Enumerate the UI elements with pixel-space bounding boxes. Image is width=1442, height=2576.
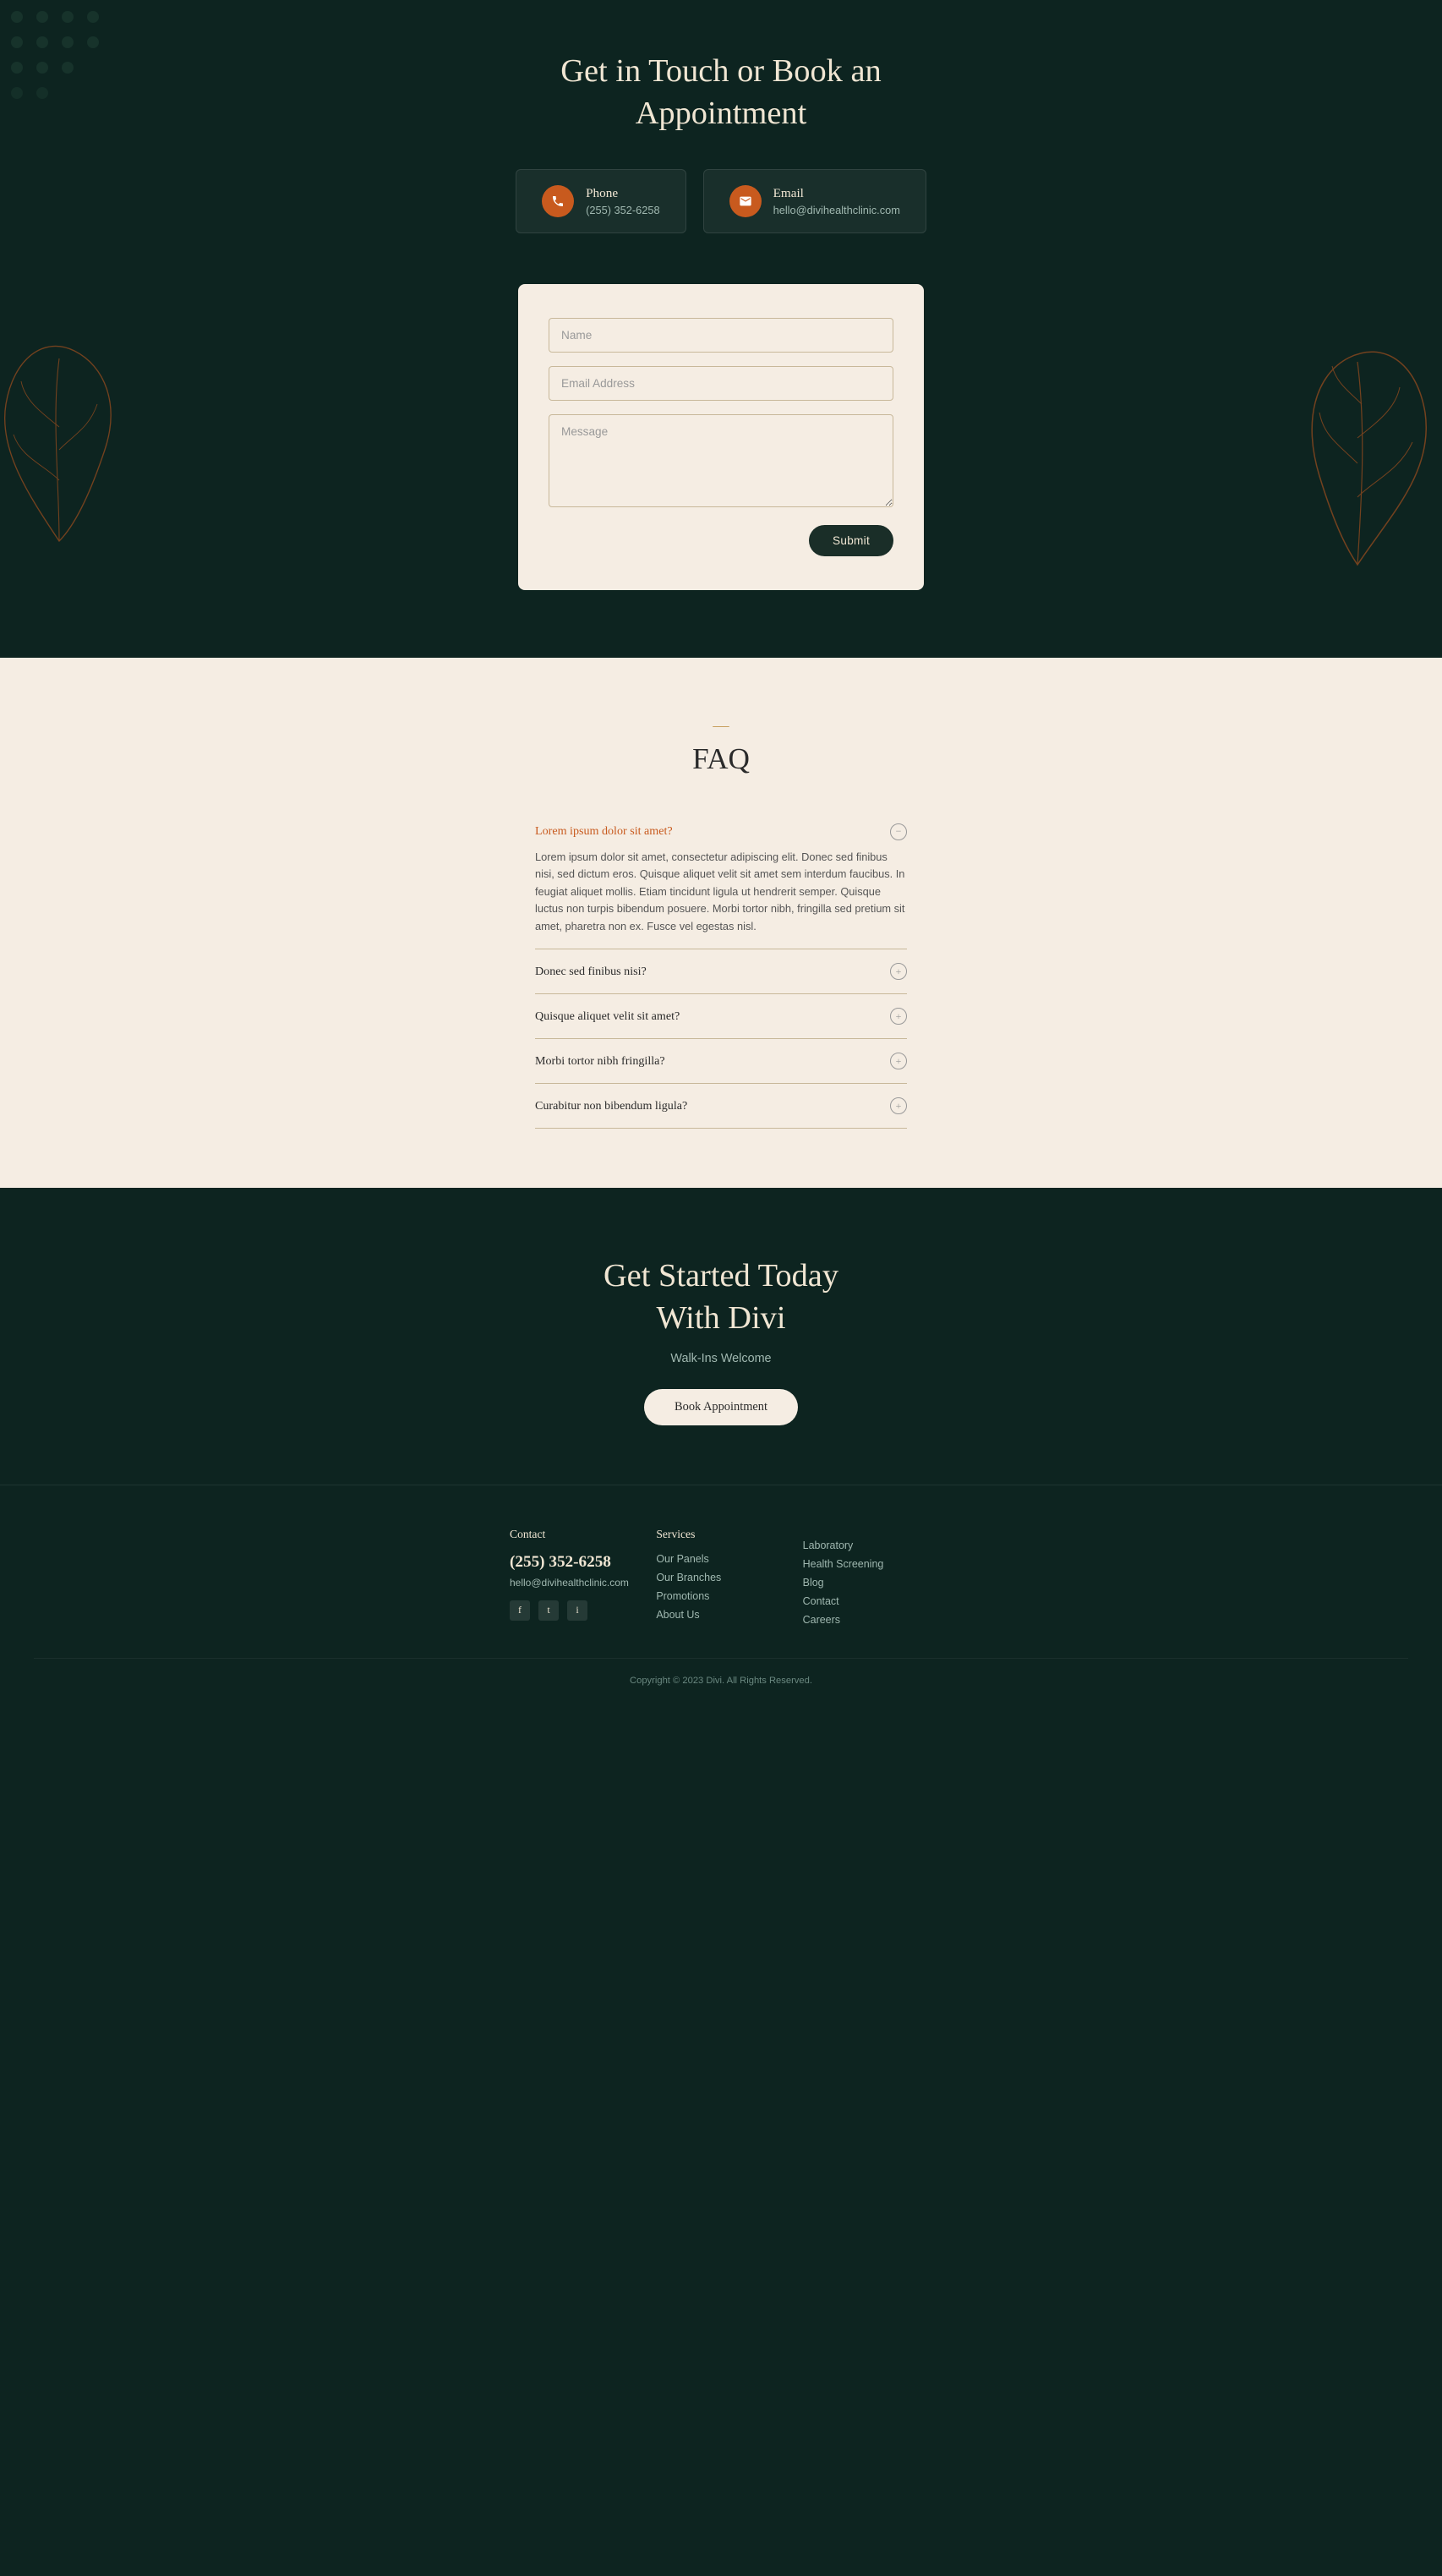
- footer-link-careers[interactable]: Careers: [803, 1614, 932, 1626]
- footer-link-about-us[interactable]: About Us: [656, 1609, 785, 1621]
- twitter-icon[interactable]: t: [538, 1600, 559, 1621]
- leaf-left: [0, 328, 135, 556]
- faq-item-2-header[interactable]: Donec sed finibus nisi? +: [535, 963, 907, 980]
- faq-icon-3: +: [890, 1008, 907, 1025]
- book-appointment-button[interactable]: Book Appointment: [644, 1389, 798, 1425]
- footer: Contact (255) 352-6258 hello@divihealthc…: [0, 1485, 1442, 1711]
- faq-item-4: Morbi tortor nibh fringilla? +: [535, 1039, 907, 1084]
- name-field-container: [549, 318, 893, 353]
- facebook-icon[interactable]: f: [510, 1600, 530, 1621]
- footer-more-col: Laboratory Health Screening Blog Contact…: [803, 1528, 932, 1633]
- social-icons: f t i: [510, 1600, 639, 1621]
- faq-item-1: Lorem ipsum dolor sit amet? − Lorem ipsu…: [535, 810, 907, 949]
- footer-link-promotions[interactable]: Promotions: [656, 1590, 785, 1602]
- faq-title: FAQ: [17, 742, 1425, 776]
- hero-contact-section: Get in Touch or Book an Appointment Phon…: [0, 0, 1442, 658]
- footer-link-our-panels[interactable]: Our Panels: [656, 1553, 785, 1565]
- footer-link-laboratory[interactable]: Laboratory: [803, 1540, 932, 1551]
- faq-question-2: Donec sed finibus nisi?: [535, 965, 647, 979]
- faq-item-3: Quisque aliquet velit sit amet? +: [535, 994, 907, 1039]
- faq-question-3: Quisque aliquet velit sit amet?: [535, 1009, 680, 1024]
- phone-icon: [542, 185, 574, 217]
- email-input[interactable]: [549, 366, 893, 401]
- faq-question-1: Lorem ipsum dolor sit amet?: [535, 824, 673, 839]
- footer-email: hello@divihealthclinic.com: [510, 1577, 639, 1589]
- footer-link-blog[interactable]: Blog: [803, 1577, 932, 1589]
- footer-link-our-branches[interactable]: Our Branches: [656, 1572, 785, 1583]
- leaf-right: [1290, 336, 1442, 590]
- footer-link-health-screening[interactable]: Health Screening: [803, 1558, 932, 1570]
- faq-item-5: Curabitur non bibendum ligula? +: [535, 1084, 907, 1129]
- cta-subtitle: Walk-Ins Welcome: [17, 1352, 1425, 1365]
- contact-cards: Phone (255) 352-6258 Email hello@divihea…: [17, 169, 1425, 233]
- name-input[interactable]: [549, 318, 893, 353]
- email-card-text: Email hello@divihealthclinic.com: [773, 186, 900, 216]
- faq-icon-5: +: [890, 1097, 907, 1114]
- cta-section: Get Started Today With Divi Walk-Ins Wel…: [0, 1188, 1442, 1485]
- footer-services-label: Services: [656, 1528, 785, 1541]
- email-value: hello@divihealthclinic.com: [773, 204, 900, 216]
- footer-link-contact[interactable]: Contact: [803, 1595, 932, 1607]
- footer-services-col: Services Our Panels Our Branches Promoti…: [656, 1528, 785, 1633]
- phone-card-text: Phone (255) 352-6258: [586, 186, 660, 216]
- phone-value: (255) 352-6258: [586, 204, 660, 216]
- footer-phone: (255) 352-6258: [510, 1553, 639, 1572]
- email-field-container: [549, 366, 893, 401]
- phone-card: Phone (255) 352-6258: [516, 169, 686, 233]
- faq-question-4: Morbi tortor nibh fringilla?: [535, 1054, 665, 1069]
- faq-item-4-header[interactable]: Morbi tortor nibh fringilla? +: [535, 1053, 907, 1069]
- faq-item-1-header[interactable]: Lorem ipsum dolor sit amet? −: [535, 823, 907, 840]
- faq-answer-1: Lorem ipsum dolor sit amet, consectetur …: [535, 849, 907, 935]
- faq-item-3-header[interactable]: Quisque aliquet velit sit amet? +: [535, 1008, 907, 1025]
- hero-title: Get in Touch or Book an Appointment: [552, 51, 890, 135]
- faq-icon-2: +: [890, 963, 907, 980]
- submit-button[interactable]: Submit: [809, 525, 893, 556]
- footer-contact-label: Contact: [510, 1528, 639, 1541]
- message-field-container: [549, 414, 893, 511]
- faq-question-5: Curabitur non bibendum ligula?: [535, 1099, 687, 1113]
- email-card: Email hello@divihealthclinic.com: [703, 169, 926, 233]
- footer-contact-col: Contact (255) 352-6258 hello@divihealthc…: [510, 1528, 639, 1633]
- contact-form: Submit: [518, 284, 924, 590]
- footer-copyright: Copyright © 2023 Divi. All Rights Reserv…: [34, 1658, 1408, 1686]
- faq-section: — FAQ Lorem ipsum dolor sit amet? − Lore…: [0, 658, 1442, 1188]
- faq-icon-4: +: [890, 1053, 907, 1069]
- faq-item-5-header[interactable]: Curabitur non bibendum ligula? +: [535, 1097, 907, 1114]
- faq-label-line: —: [17, 717, 1425, 736]
- faq-icon-1: −: [890, 823, 907, 840]
- email-label: Email: [773, 186, 900, 201]
- message-input[interactable]: [549, 414, 893, 507]
- dots-decoration: [0, 0, 127, 127]
- email-icon: [729, 185, 762, 217]
- phone-label: Phone: [586, 186, 660, 201]
- faq-item-2: Donec sed finibus nisi? +: [535, 949, 907, 994]
- footer-grid: Contact (255) 352-6258 hello@divihealthc…: [510, 1528, 932, 1633]
- faq-container: Lorem ipsum dolor sit amet? − Lorem ipsu…: [535, 810, 907, 1129]
- instagram-icon[interactable]: i: [567, 1600, 587, 1621]
- cta-title: Get Started Today With Divi: [573, 1255, 869, 1340]
